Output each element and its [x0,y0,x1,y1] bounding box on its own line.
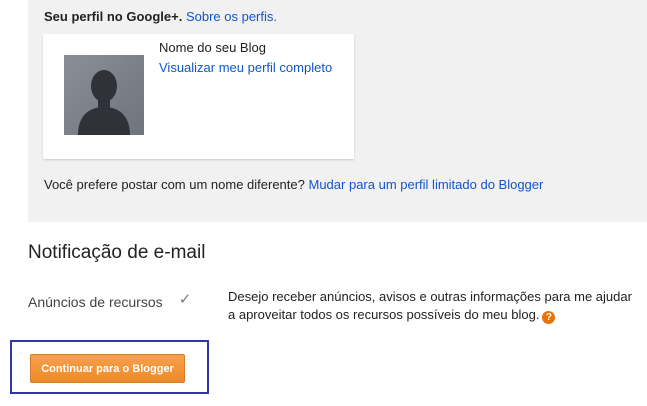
checkmark-icon: ✓ [178,291,192,308]
question-circle-icon[interactable]: ? [542,311,556,324]
blog-name: Nome do seu Blog [159,40,266,55]
avatar [64,55,144,135]
alt-name-row: Você prefere postar com um nome diferent… [44,177,543,193]
alt-name-text: Você prefere postar com um nome diferent… [44,177,305,192]
continue-to-blogger-button[interactable]: Continuar para o Blogger [30,354,185,383]
feature-announcements-label: Anúncios de recursos [28,294,163,310]
announcements-description-text: Desejo receber anúncios, avisos e outras… [228,289,632,322]
profile-heading: Seu perfil no Google+. Sobre os perfis. [44,9,277,25]
about-profiles-link[interactable]: Sobre os perfis. [186,9,277,24]
view-profile-link[interactable]: Visualizar meu perfil completo [159,60,332,76]
email-notification-title: Notificação de e-mail [28,242,206,263]
feature-announcements-checkbox[interactable]: ✓ [177,292,193,308]
person-silhouette-icon [78,70,130,135]
announcements-description: Desejo receber anúncios, avisos e outras… [228,288,638,324]
profile-panel: Seu perfil no Google+. Sobre os perfis. … [28,0,647,222]
profile-heading-text: Seu perfil no Google+. [44,9,183,24]
profile-card: Nome do seu Blog Visualizar meu perfil c… [43,34,354,159]
limited-profile-link[interactable]: Mudar para um perfil limitado do Blogger [309,177,544,192]
